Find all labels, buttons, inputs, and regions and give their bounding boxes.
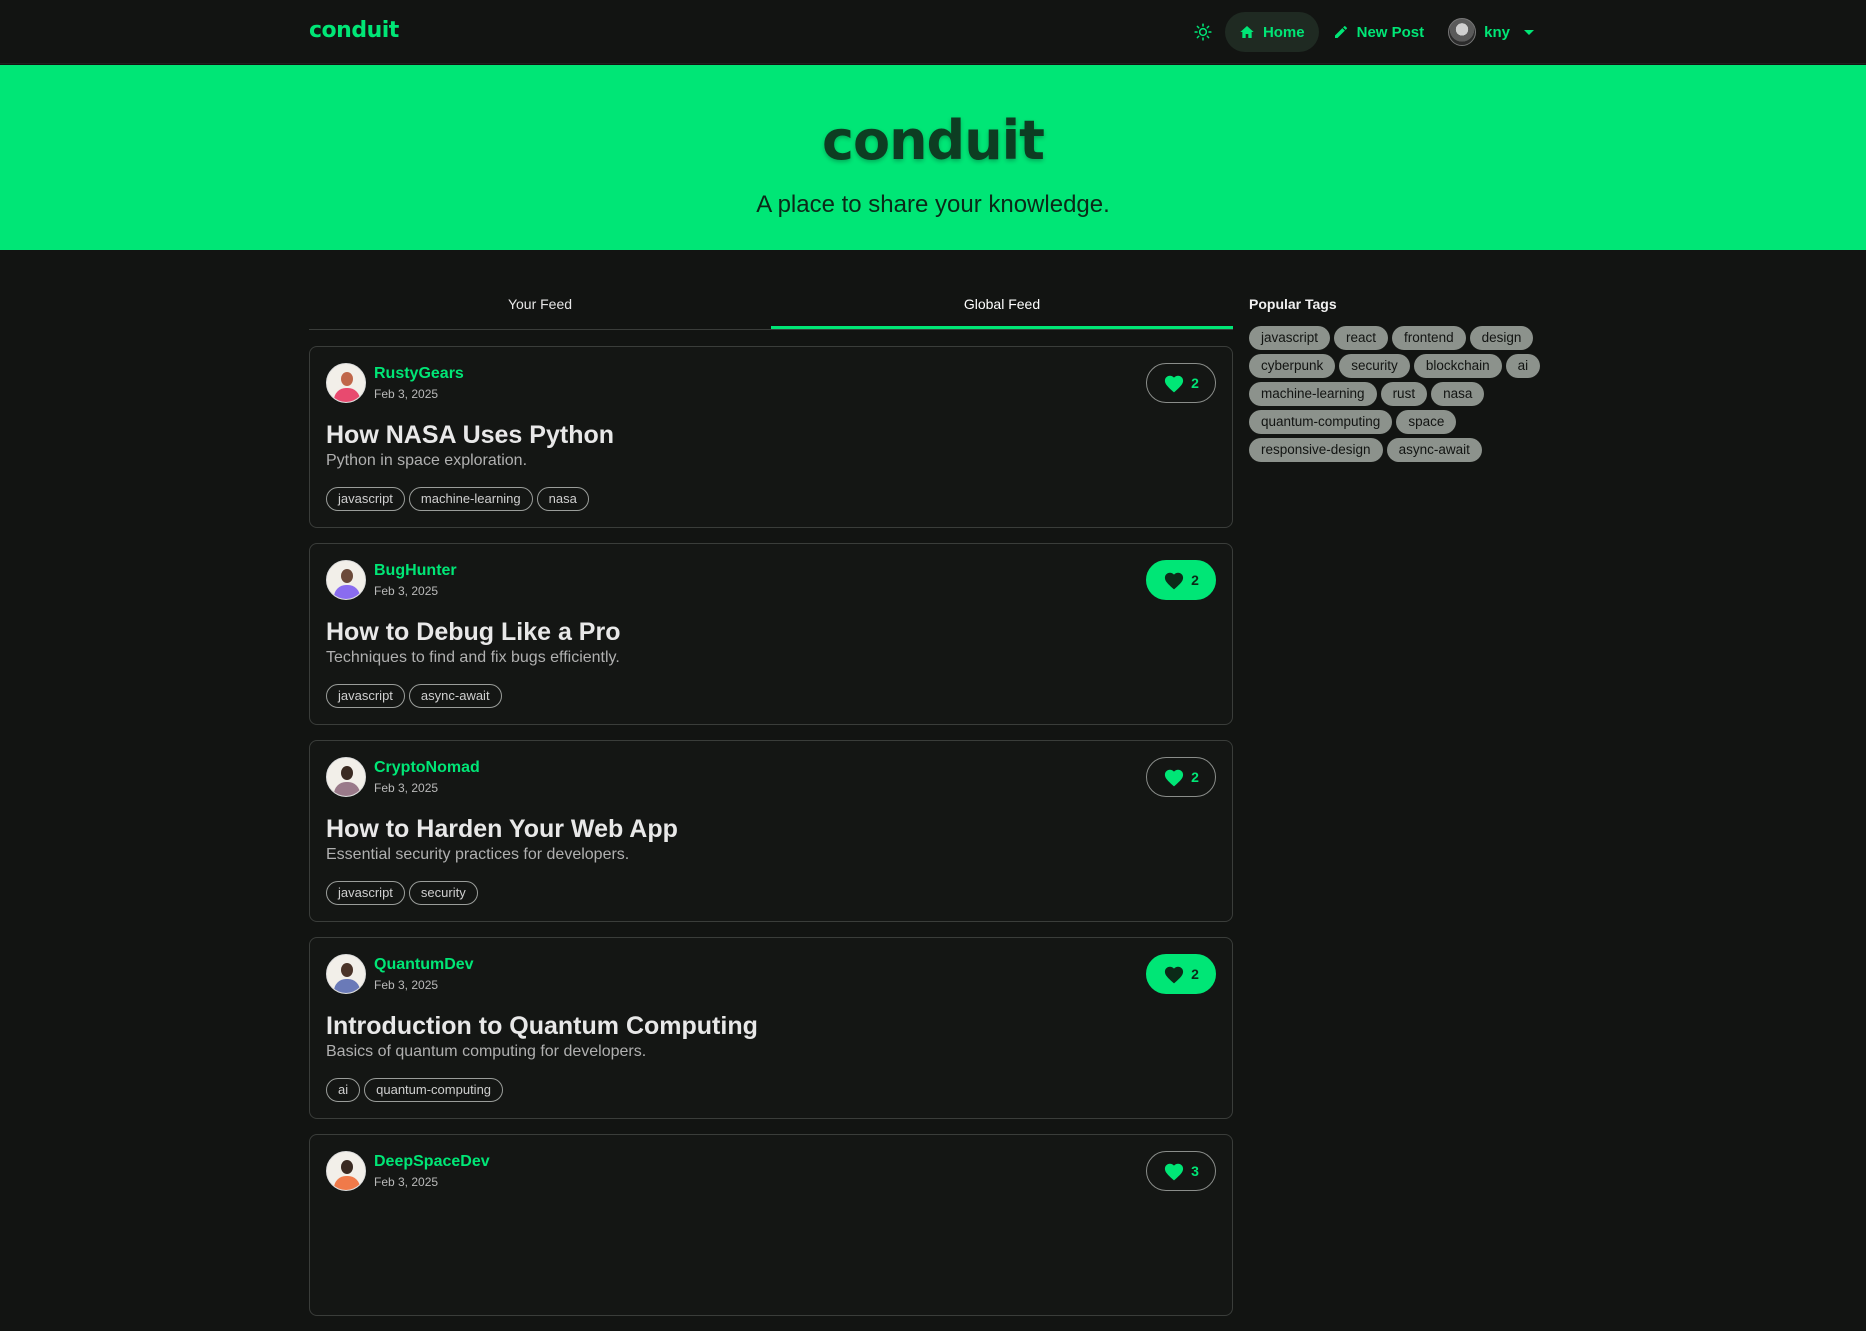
- tag-pill[interactable]: frontend: [1392, 326, 1466, 350]
- article-date: Feb 3, 2025: [374, 1175, 439, 1189]
- tag-pill[interactable]: javascript: [1249, 326, 1331, 350]
- banner-subtitle: A place to share your knowledge.: [756, 191, 1110, 218]
- author-link[interactable]: CryptoNomad: [374, 759, 480, 777]
- article-description: Essential security practices for develop…: [326, 846, 630, 863]
- favorite-button[interactable]: 2: [1146, 757, 1216, 797]
- tag-pill[interactable]: blockchain: [1413, 354, 1502, 378]
- article-card: CryptoNomad Feb 3, 2025 2 How to Harden …: [309, 740, 1233, 922]
- tag-pill[interactable]: nasa: [1431, 382, 1485, 406]
- heart-icon: [1165, 1163, 1184, 1181]
- nav-links: Home New Post kny: [1183, 12, 1542, 52]
- article-tag[interactable]: security: [408, 881, 478, 905]
- hero-banner: conduit A place to share your knowledge.: [0, 65, 1866, 250]
- article-list: RustyGears Feb 3, 2025 2 How NASA Uses P…: [309, 346, 1233, 1331]
- article-title[interactable]: How NASA Uses Python: [326, 421, 614, 450]
- article-tag-list: ai quantum-computing: [326, 1078, 504, 1102]
- favorite-button[interactable]: 2: [1146, 954, 1216, 994]
- article-date: Feb 3, 2025: [374, 781, 439, 795]
- article-tag-list: javascript async-await: [326, 684, 502, 708]
- heart-icon: [1165, 769, 1184, 787]
- avatar[interactable]: [326, 1151, 366, 1191]
- favorite-button[interactable]: 2: [1146, 560, 1216, 600]
- tag-pill[interactable]: rust: [1380, 382, 1428, 406]
- nav-new-post-label: New Post: [1356, 23, 1425, 41]
- author-link[interactable]: BugHunter: [374, 562, 457, 580]
- author-link[interactable]: DeepSpaceDev: [374, 1153, 490, 1171]
- chevron-down-icon: [1524, 29, 1534, 35]
- tag-pill[interactable]: quantum-computing: [1249, 410, 1393, 434]
- article-description: Techniques to find and fix bugs efficien…: [326, 649, 620, 666]
- article-card: BugHunter Feb 3, 2025 2 How to Debug Lik…: [309, 543, 1233, 725]
- sun-icon: [1194, 23, 1212, 41]
- article-tag[interactable]: machine-learning: [408, 487, 533, 511]
- tag-pill[interactable]: design: [1469, 326, 1534, 350]
- article-tag-list: javascript security: [326, 881, 478, 905]
- article-tag[interactable]: async-await: [408, 684, 502, 708]
- username: kny: [1484, 23, 1510, 41]
- nav-home-label: Home: [1262, 23, 1305, 41]
- article-date: Feb 3, 2025: [374, 978, 439, 992]
- author-link[interactable]: RustyGears: [374, 365, 464, 383]
- favorite-button[interactable]: 2: [1146, 363, 1216, 403]
- article-tag[interactable]: javascript: [326, 487, 405, 511]
- article-card: QuantumDev Feb 3, 2025 2 Introduction to…: [309, 937, 1233, 1119]
- article-card: RustyGears Feb 3, 2025 2 How NASA Uses P…: [309, 346, 1233, 528]
- favorite-count: 2: [1191, 769, 1199, 785]
- tab-your-feed[interactable]: Your Feed: [309, 286, 771, 329]
- avatar[interactable]: [326, 757, 366, 797]
- home-icon: [1240, 26, 1254, 38]
- favorite-count: 2: [1191, 966, 1199, 982]
- article-tag[interactable]: nasa: [536, 487, 589, 511]
- article-description: Basics of quantum computing for develope…: [326, 1043, 647, 1060]
- article-tag[interactable]: ai: [326, 1078, 361, 1102]
- avatar[interactable]: [326, 363, 366, 403]
- heart-icon: [1165, 966, 1184, 984]
- tag-cloud: javascript react frontend design cyberpunk se…: [1249, 326, 1559, 462]
- article-title[interactable]: Introduction to Quantum Computing: [326, 1012, 758, 1041]
- article-tag[interactable]: javascript: [326, 881, 405, 905]
- article-card: DeepSpaceDev Feb 3, 2025 3: [309, 1134, 1233, 1316]
- favorite-count: 3: [1191, 1163, 1199, 1179]
- heart-icon: [1165, 572, 1184, 590]
- tag-pill[interactable]: responsive-design: [1249, 438, 1383, 462]
- tag-pill[interactable]: react: [1334, 326, 1389, 350]
- tag-pill[interactable]: ai: [1505, 354, 1541, 378]
- favorite-count: 2: [1191, 572, 1199, 588]
- tag-pill[interactable]: cyberpunk: [1249, 354, 1336, 378]
- tag-pill[interactable]: security: [1339, 354, 1410, 378]
- avatar[interactable]: [326, 954, 366, 994]
- avatar[interactable]: [326, 560, 366, 600]
- user-menu[interactable]: kny: [1438, 12, 1542, 52]
- tag-pill[interactable]: async-await: [1386, 438, 1482, 462]
- brand-logo[interactable]: conduit: [309, 18, 399, 43]
- favorite-button[interactable]: 3: [1146, 1151, 1216, 1191]
- banner-title: conduit: [822, 109, 1045, 172]
- article-date: Feb 3, 2025: [374, 584, 439, 598]
- sidebar-title: Popular Tags: [1249, 296, 1337, 312]
- avatar: [1448, 18, 1477, 46]
- theme-toggle-button[interactable]: [1183, 12, 1223, 52]
- nav-new-post-link[interactable]: New Post: [1319, 12, 1439, 52]
- article-title[interactable]: How to Debug Like a Pro: [326, 618, 620, 647]
- author-link[interactable]: QuantumDev: [374, 956, 474, 974]
- article-tag-list: javascript machine-learning nasa: [326, 487, 589, 511]
- navbar: conduit Home New Post kny: [0, 0, 1866, 64]
- tag-pill[interactable]: space: [1396, 410, 1457, 434]
- feed-tabs: Your Feed Global Feed: [309, 286, 1233, 330]
- nav-home-link[interactable]: Home: [1224, 12, 1319, 52]
- popular-tags-sidebar: Popular Tags javascript react frontend desi…: [1249, 296, 1559, 462]
- tab-global-feed[interactable]: Global Feed: [771, 286, 1233, 329]
- article-tag[interactable]: javascript: [326, 684, 405, 708]
- article-title[interactable]: How to Harden Your Web App: [326, 815, 678, 844]
- favorite-count: 2: [1191, 375, 1199, 391]
- article-tag[interactable]: quantum-computing: [364, 1078, 504, 1102]
- pencil-icon: [1334, 25, 1347, 38]
- article-description: Python in space exploration.: [326, 452, 528, 469]
- heart-icon: [1165, 375, 1184, 393]
- tag-pill[interactable]: machine-learning: [1249, 382, 1377, 406]
- article-date: Feb 3, 2025: [374, 387, 439, 401]
